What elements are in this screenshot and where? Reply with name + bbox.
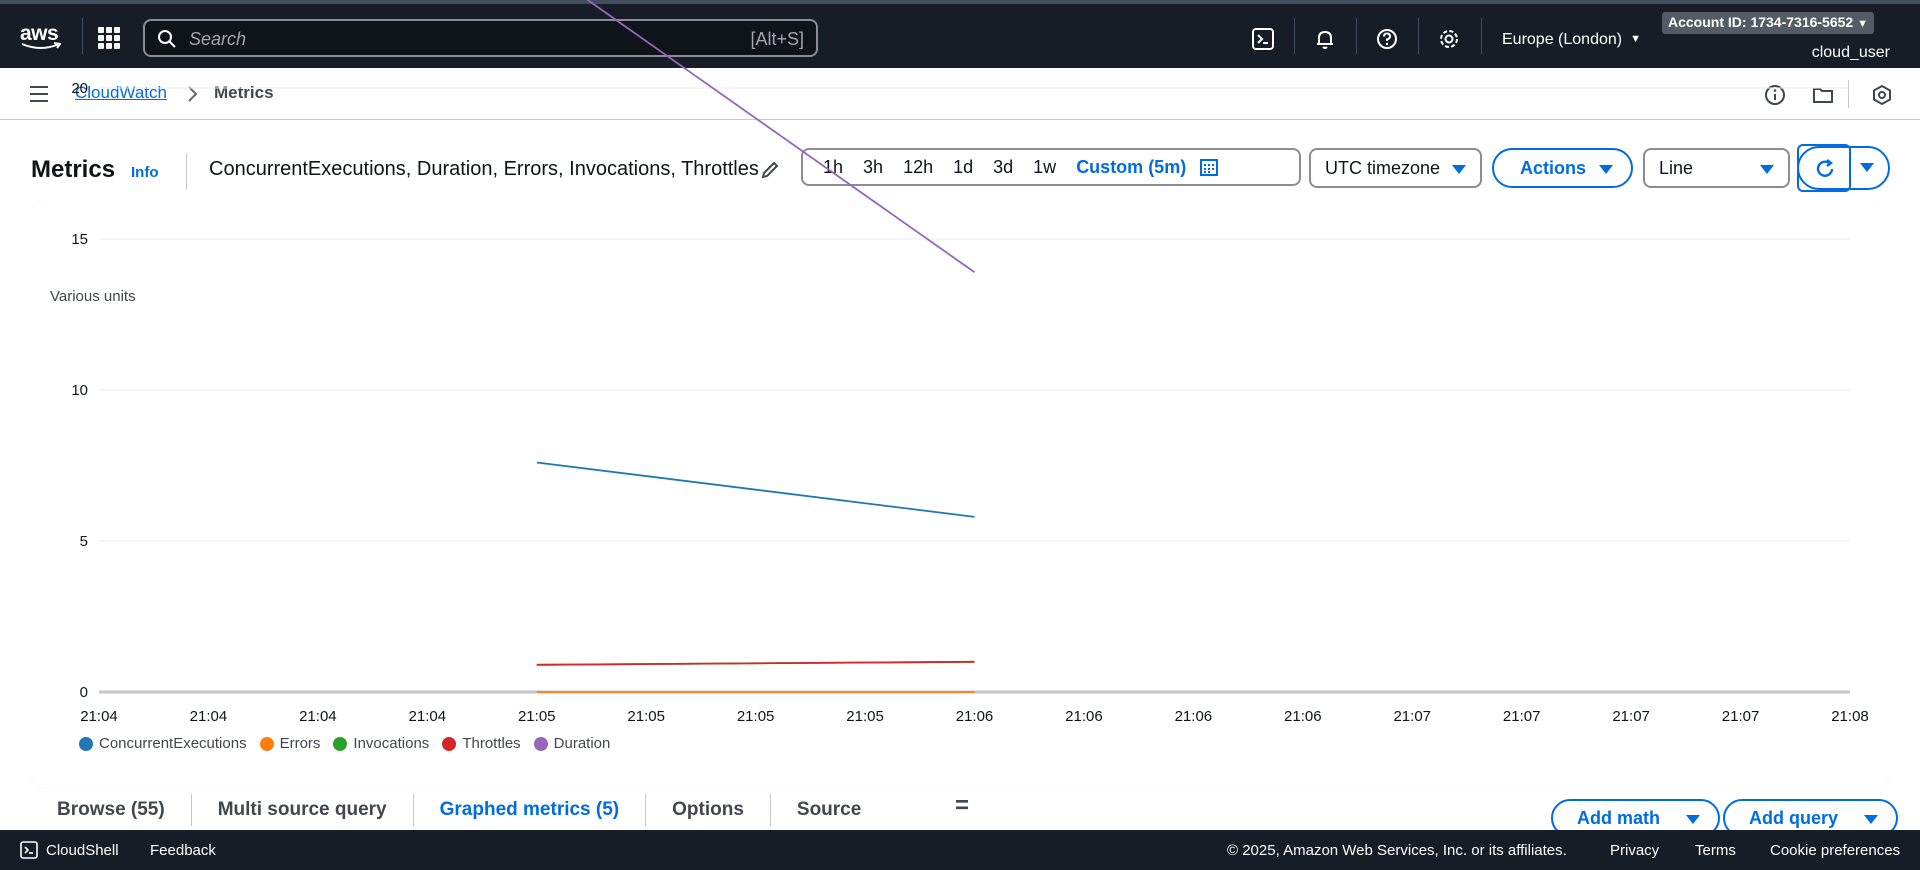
tab-source[interactable]: Source — [771, 794, 887, 826]
footer: CloudShell Feedback © 2025, Amazon Web S… — [0, 830, 1920, 870]
caret-down-icon — [1864, 815, 1879, 824]
caret-down-icon — [1686, 815, 1700, 824]
legend-item-duration[interactable]: Duration — [533, 735, 611, 752]
x-tick-label: 21:05 — [737, 708, 775, 725]
x-tick-label: 21:04 — [299, 708, 337, 725]
legend-label: ConcurrentExecutions — [99, 735, 247, 752]
cloudshell-icon[interactable] — [20, 841, 38, 859]
legend-swatch — [333, 736, 348, 751]
series-line-concurrentexecutions — [536, 461, 975, 518]
cloudshell-link[interactable]: CloudShell — [46, 842, 119, 859]
x-tick-label: 21:06 — [1065, 708, 1103, 725]
x-tick-label: 21:05 — [518, 708, 556, 725]
terms-link[interactable]: Terms — [1695, 842, 1736, 859]
legend-swatch — [79, 736, 93, 751]
legend-swatch — [259, 736, 274, 751]
tab-graphed-metrics[interactable]: Graphed metrics (5) — [414, 794, 647, 826]
legend-label: Errors — [279, 735, 321, 752]
x-tick-label: 21:06 — [1284, 708, 1322, 725]
x-tick-label: 21:07 — [1722, 708, 1760, 725]
x-tick-label: 21:04 — [409, 708, 447, 725]
resize-handle-icon[interactable]: = — [955, 792, 969, 820]
y-tick-label: 0 — [80, 684, 88, 701]
series-line-duration — [586, 0, 976, 273]
legend-swatch — [533, 736, 548, 751]
chart-legend: ConcurrentExecutions Errors Invocations Thr… — [79, 735, 623, 752]
legend-label: Invocations — [353, 735, 430, 752]
y-tick-label: 20 — [71, 80, 88, 97]
x-tick-label: 21:04 — [190, 708, 228, 725]
y-tick-label: 5 — [80, 533, 88, 550]
cookie-preferences-link[interactable]: Cookie preferences — [1770, 842, 1900, 859]
legend-label: Throttles — [462, 735, 521, 752]
x-tick-label: 21:07 — [1503, 708, 1541, 725]
x-tick-label: 21:06 — [1175, 708, 1213, 725]
x-tick-label: 21:04 — [80, 708, 118, 725]
x-tick-label: 21:06 — [956, 708, 994, 725]
legend-item-errors[interactable]: Errors — [259, 735, 321, 752]
x-tick-label: 21:05 — [627, 708, 665, 725]
tab-browse[interactable]: Browse (55) — [31, 794, 192, 826]
legend-item-concurrentexecutions[interactable]: ConcurrentExecutions — [79, 735, 247, 752]
y-tick-label: 15 — [71, 231, 88, 248]
tab-options[interactable]: Options — [646, 794, 771, 826]
x-tick-label: 21:07 — [1612, 708, 1650, 725]
add-math-label: Add math — [1577, 808, 1660, 828]
legend-item-throttles[interactable]: Throttles — [442, 735, 521, 752]
copyright-text: © 2025, Amazon Web Services, Inc. or its… — [1227, 842, 1567, 859]
feedback-link[interactable]: Feedback — [150, 842, 216, 859]
metrics-tabs: Browse (55) Multi source query Graphed m… — [31, 790, 887, 830]
legend-swatch — [442, 736, 457, 751]
x-tick-label: 21:07 — [1393, 708, 1431, 725]
legend-label: Duration — [553, 735, 611, 752]
tab-multi-source-query[interactable]: Multi source query — [192, 794, 414, 826]
x-tick-label: 21:05 — [846, 708, 884, 725]
series-line-throttles — [536, 660, 975, 666]
y-tick-label: 10 — [71, 382, 88, 399]
x-tick-label: 21:08 — [1831, 708, 1869, 725]
legend-item-invocations[interactable]: Invocations — [333, 735, 429, 752]
metrics-line-chart[interactable]: 0 5 10 15 20 21:04 21:04 21:04 21:04 21:05 21:05 21… — [0, 0, 1920, 760]
add-query-label: Add query — [1749, 808, 1839, 828]
privacy-link[interactable]: Privacy — [1610, 842, 1659, 859]
